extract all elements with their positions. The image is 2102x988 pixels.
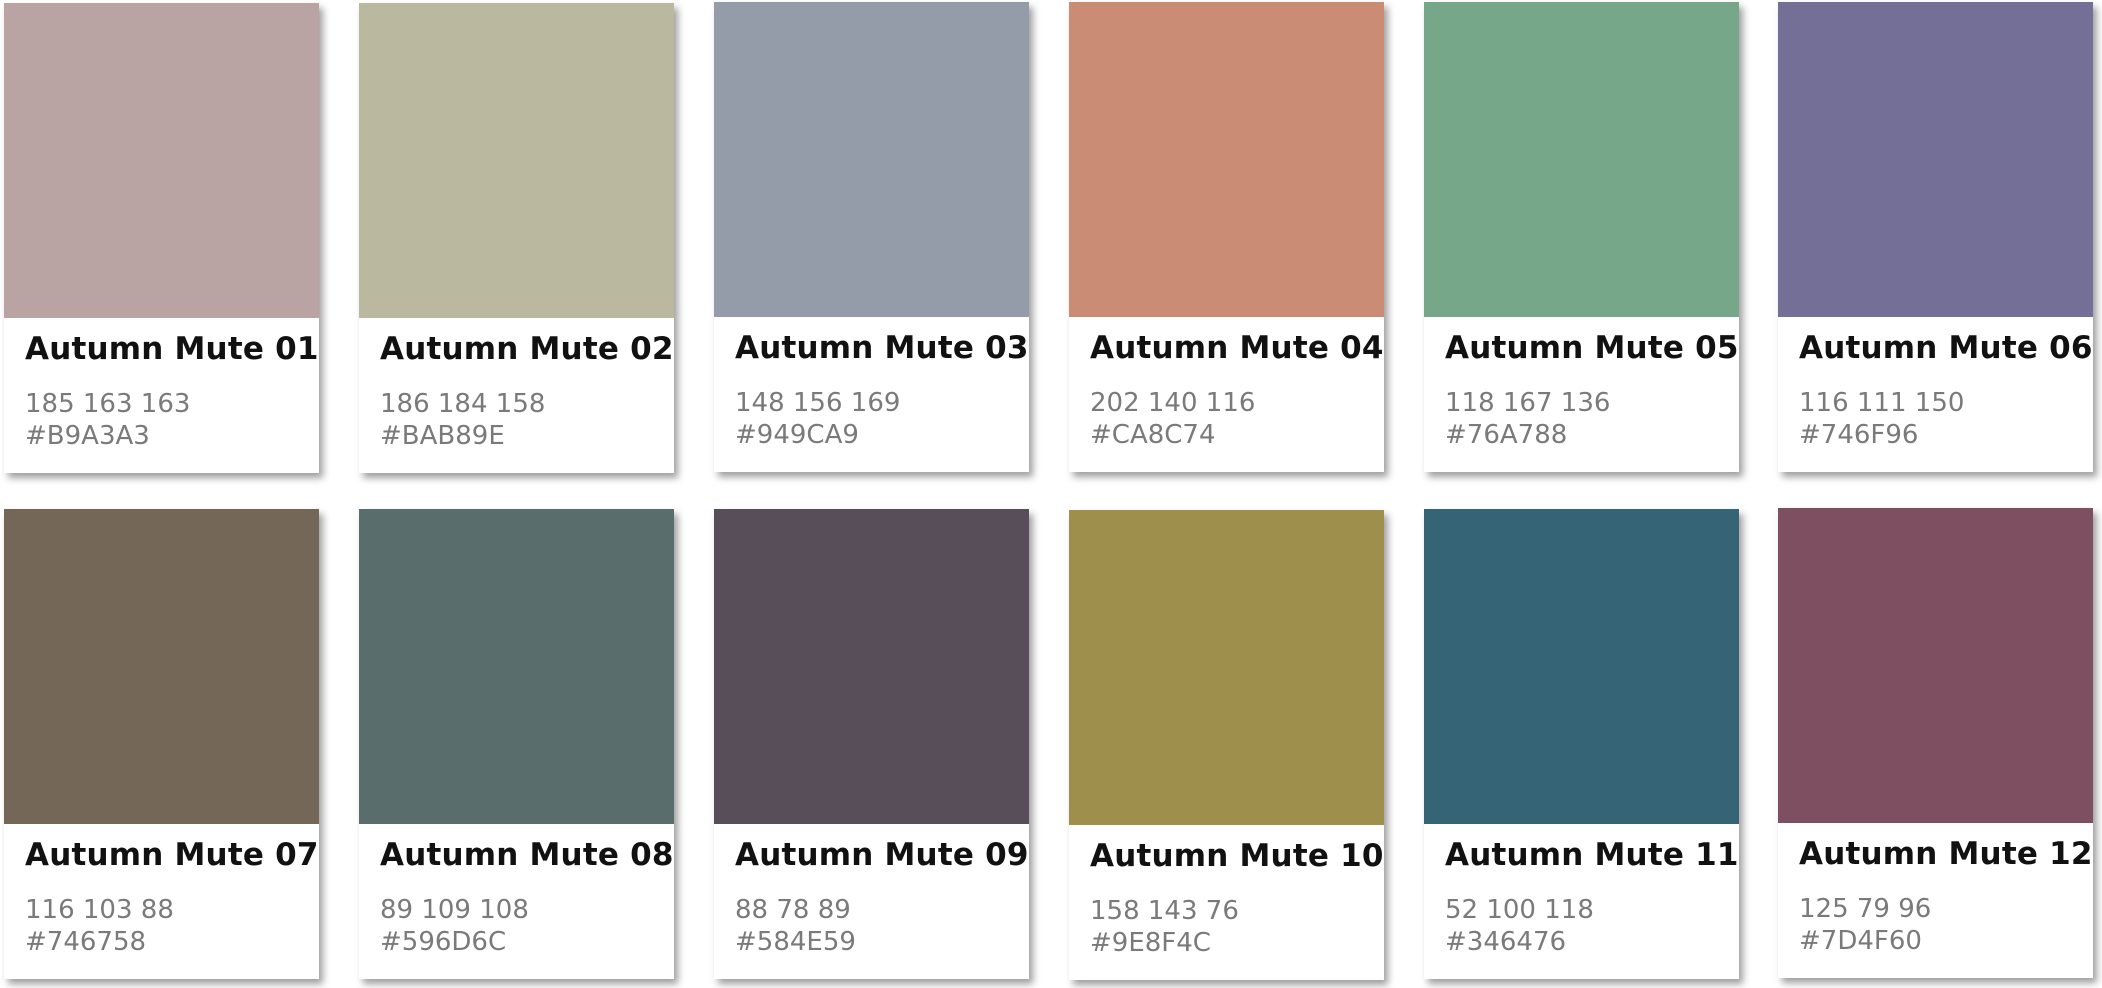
swatch-card-06: Autumn Mute 06 116 111 150 #746F96	[1778, 2, 2093, 472]
swatch-name: Autumn Mute 06	[1799, 330, 2093, 366]
swatch-name: Autumn Mute 09	[735, 837, 1029, 873]
swatch-name: Autumn Mute 12	[1799, 836, 2093, 872]
swatch-card-10: Autumn Mute 10 158 143 76 #9E8F4C	[1069, 510, 1384, 980]
swatch-rgb: 118 167 136	[1445, 388, 1611, 418]
swatch-hex: #746F96	[1799, 420, 1919, 450]
color-swatch	[714, 509, 1029, 824]
swatch-name: Autumn Mute 08	[380, 837, 674, 873]
color-swatch	[359, 509, 674, 824]
color-swatch	[714, 2, 1029, 317]
swatch-name: Autumn Mute 02	[380, 331, 674, 367]
swatch-rgb: 89 109 108	[380, 895, 529, 925]
swatch-card-08: Autumn Mute 08 89 109 108 #596D6C	[359, 509, 674, 979]
swatch-card-01: Autumn Mute 01 185 163 163 #B9A3A3	[4, 3, 319, 473]
swatch-hex: #346476	[1445, 927, 1567, 957]
swatch-name: Autumn Mute 04	[1090, 330, 1384, 366]
swatch-hex: #949CA9	[735, 420, 859, 450]
swatch-card-02: Autumn Mute 02 186 184 158 #BAB89E	[359, 3, 674, 473]
color-swatch	[1424, 2, 1739, 317]
swatch-rgb: 116 111 150	[1799, 388, 1965, 418]
swatch-rgb: 116 103 88	[25, 895, 174, 925]
swatch-name: Autumn Mute 01	[25, 331, 319, 367]
swatch-card-12: Autumn Mute 12 125 79 96 #7D4F60	[1778, 508, 2093, 978]
swatch-rgb: 186 184 158	[380, 389, 546, 419]
swatch-rgb: 125 79 96	[1799, 894, 1932, 924]
swatch-card-04: Autumn Mute 04 202 140 116 #CA8C74	[1069, 2, 1384, 472]
color-swatch	[4, 509, 319, 824]
color-swatch	[1778, 2, 2093, 317]
swatch-name: Autumn Mute 05	[1445, 330, 1739, 366]
swatch-card-05: Autumn Mute 05 118 167 136 #76A788	[1424, 2, 1739, 472]
swatch-hex: #9E8F4C	[1090, 928, 1211, 958]
swatch-name: Autumn Mute 11	[1445, 837, 1739, 873]
swatch-card-11: Autumn Mute 11 52 100 118 #346476	[1424, 509, 1739, 979]
swatch-rgb: 52 100 118	[1445, 895, 1594, 925]
swatch-rgb: 185 163 163	[25, 389, 191, 419]
swatch-rgb: 202 140 116	[1090, 388, 1256, 418]
swatch-hex: #BAB89E	[380, 421, 505, 451]
swatch-hex: #746758	[25, 927, 147, 957]
swatch-name: Autumn Mute 03	[735, 330, 1029, 366]
swatch-name: Autumn Mute 10	[1090, 838, 1384, 874]
color-swatch	[359, 3, 674, 318]
swatch-hex: #7D4F60	[1799, 926, 1922, 956]
swatch-rgb: 148 156 169	[735, 388, 901, 418]
swatch-card-07: Autumn Mute 07 116 103 88 #746758	[4, 509, 319, 979]
swatch-hex: #CA8C74	[1090, 420, 1216, 450]
swatch-name: Autumn Mute 07	[25, 837, 319, 873]
swatch-card-03: Autumn Mute 03 148 156 169 #949CA9	[714, 2, 1029, 472]
swatch-hex: #596D6C	[380, 927, 507, 957]
color-swatch	[1069, 2, 1384, 317]
swatch-hex: #76A788	[1445, 420, 1568, 450]
color-swatch	[4, 3, 319, 318]
color-swatch	[1424, 509, 1739, 824]
swatch-hex: #B9A3A3	[25, 421, 150, 451]
swatch-rgb: 158 143 76	[1090, 896, 1239, 926]
color-swatch	[1069, 510, 1384, 825]
color-swatch	[1778, 508, 2093, 823]
swatch-rgb: 88 78 89	[735, 895, 851, 925]
swatch-card-09: Autumn Mute 09 88 78 89 #584E59	[714, 509, 1029, 979]
swatch-hex: #584E59	[735, 927, 856, 957]
